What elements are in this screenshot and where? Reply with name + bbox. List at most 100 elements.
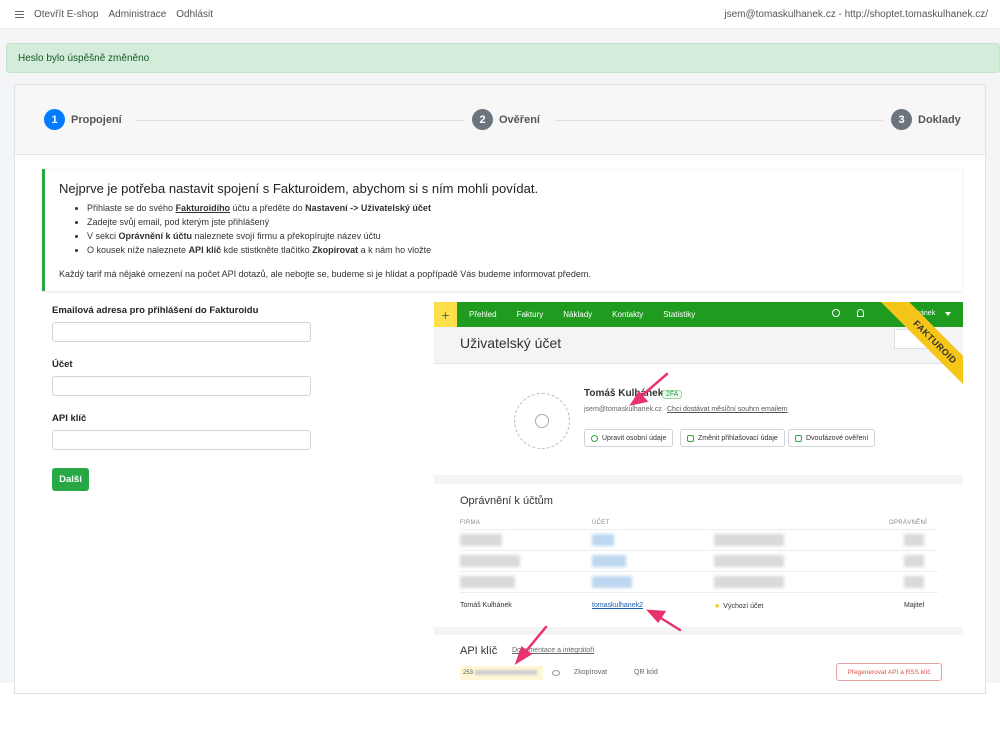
nav-statistics: Statistiky: [663, 310, 696, 319]
step-label: Ověření: [499, 113, 540, 126]
lock-icon: [795, 434, 802, 442]
row-divider: [460, 550, 938, 551]
copy-action: Zkopírovat: [574, 669, 608, 676]
api-key-title: API klíč: [460, 645, 498, 657]
column-header-permission: OPRÁVNĚNÍ: [889, 520, 928, 526]
list-item: Přihlaste se do svého Fakturoidího účtu …: [87, 201, 948, 215]
api-docs-link: Dokumentace a integrátoři: [512, 647, 595, 654]
button-label: Upravit osobní údaje: [602, 434, 667, 442]
qr-code-action: QR kód: [634, 669, 658, 676]
blurred-cell: [904, 534, 924, 546]
blurred-cell: [592, 555, 626, 567]
profile-email: jsem@tomaskulhanek.cz ·: [584, 406, 666, 413]
api-key-term: API klíč: [188, 245, 222, 255]
settings-path: Nastavení -> Uživatelský účet: [305, 203, 431, 213]
instructions-list: Přihlaste se do svého Fakturoidího účtu …: [59, 201, 948, 257]
avatar: [514, 393, 570, 449]
administration-link[interactable]: Administrace: [108, 9, 166, 20]
nav-contacts: Kontakty: [612, 310, 644, 319]
email-text: jsem@tomaskulhanek.cz: [584, 406, 662, 413]
page-body: Heslo bylo úspěšně změněno 1 Propojení 2…: [0, 29, 1000, 694]
list-item: O kousek níže naleznete API klíč kde sti…: [87, 243, 948, 257]
permissions-panel: Oprávnění k účtům FIRMA ÚČET OPRÁVNĚNÍ T…: [434, 484, 963, 627]
profile-panel: Tomáš Kulhánek 2FA jsem@tomaskulhanek.cz…: [434, 364, 963, 475]
blurred-cell: [904, 555, 924, 567]
account-info: jsem@tomaskulhanek.cz - http://shoptet.t…: [724, 9, 988, 20]
connection-form: Emailová adresa pro přihlášení do Faktur…: [52, 305, 322, 491]
eye-icon: [552, 670, 560, 676]
blurred-cell: [460, 576, 515, 588]
permissions-section: Oprávnění k účtu: [118, 231, 193, 241]
button-label: Dvoufázové ověření: [806, 434, 869, 442]
edit-profile-button: Upravit osobní údaje: [584, 429, 674, 447]
email-input[interactable]: [52, 322, 311, 342]
fakturoid-link[interactable]: Fakturoidího: [176, 203, 231, 213]
row-divider: [460, 571, 938, 572]
role-cell: Majitel: [904, 602, 925, 609]
stepper: 1 Propojení 2 Ověření 3 Doklady: [15, 85, 985, 155]
instructions-heading: Nejprve je potřeba nastavit spojení s Fa…: [59, 181, 539, 196]
step-connector: [136, 120, 464, 121]
hamburger-menu-icon[interactable]: [15, 10, 24, 18]
blurred-cell: [592, 576, 632, 588]
button-label: Změnit přihlašovací údaje: [698, 434, 778, 442]
step-documents: 3 Doklady: [891, 109, 961, 130]
text: kde stistkněte tlačítko: [221, 245, 313, 255]
two-factor-badge: 2FA: [662, 390, 683, 399]
row-divider: [460, 529, 938, 530]
list-item: V sekci Oprávnění k účtu naleznete svojí…: [87, 229, 948, 243]
separator: ·: [663, 406, 667, 413]
blurred-cell: [460, 534, 502, 546]
success-alert: Heslo bylo úspěšně změněno: [6, 43, 1000, 73]
text: Přihlaste se do svého: [87, 203, 176, 213]
account-input[interactable]: [52, 376, 311, 396]
account-label: Účet: [52, 359, 73, 370]
text: V sekci: [87, 231, 119, 241]
plus-icon: +: [434, 302, 457, 327]
email-label: Emailová adresa pro přihlášení do Faktur…: [52, 305, 259, 316]
blurred-cell: [714, 534, 784, 546]
column-header-firm: FIRMA: [460, 520, 481, 526]
blurred-cell: [714, 576, 784, 588]
star-icon: ★: [714, 603, 721, 610]
default-account-cell: ★ Výchozí účet: [714, 602, 763, 610]
blurred-cell: [592, 534, 614, 546]
step-connector: [555, 120, 883, 121]
fakturoid-screenshot: + Přehled Faktury Náklady Kontakty Stati…: [434, 302, 963, 693]
open-eshop-link[interactable]: Otevřít E-shop: [34, 9, 98, 20]
column-header-account: ÚČET: [592, 520, 610, 526]
user-add-icon: [535, 414, 549, 428]
firm-cell: Tomáš Kulhánek: [460, 602, 512, 609]
logout-link[interactable]: Odhlásit: [176, 9, 213, 20]
api-limit-note: Každý tarif má nějaké omezení na počet A…: [59, 269, 591, 279]
text: účtu a předěte do: [230, 203, 306, 213]
blurred-cell: [714, 555, 784, 567]
nav-overview: Přehled: [469, 310, 497, 319]
nav-expenses: Náklady: [563, 310, 593, 319]
setup-card: 1 Propojení 2 Ověření 3 Doklady Nejprve …: [14, 84, 986, 694]
list-item: Zadejte svůj email, pod kterým jste přih…: [87, 215, 948, 229]
step-number: 2: [472, 109, 493, 130]
api-key-input[interactable]: [52, 430, 311, 450]
text: naleznete svojí firmu a překopírujte náz…: [192, 231, 381, 241]
account-cell: tomaskulhanek2: [592, 602, 643, 609]
lock-icon: [687, 434, 694, 442]
step-verification: 2 Ověření: [472, 109, 540, 130]
default-label: Výchozí účet: [723, 603, 764, 610]
top-bar: Otevřít E-shop Administrace Odhlásit jse…: [0, 0, 1000, 29]
regenerate-key-button: Přegenerovat API a RSS klíč: [836, 663, 942, 681]
step-number: 3: [891, 109, 912, 130]
text: a k nám ho vložte: [358, 245, 432, 255]
step-label: Doklady: [918, 113, 961, 126]
step-connection: 1 Propojení: [44, 109, 122, 130]
api-key-panel: API klíč Dokumentace a integrátoři 253 Z…: [434, 635, 963, 693]
bell-icon: [857, 309, 864, 317]
blurred-cell: [904, 576, 924, 588]
row-divider: [460, 592, 938, 593]
next-button[interactable]: Další: [52, 468, 89, 491]
two-factor-button: Dvoufázové ověření: [788, 429, 876, 447]
instructions-box: Nejprve je potřeba nastavit spojení s Fa…: [42, 169, 962, 291]
permissions-title: Oprávnění k účtům: [460, 495, 553, 507]
blurred-cell: [460, 555, 520, 567]
api-key-label: API klíč: [52, 413, 87, 424]
